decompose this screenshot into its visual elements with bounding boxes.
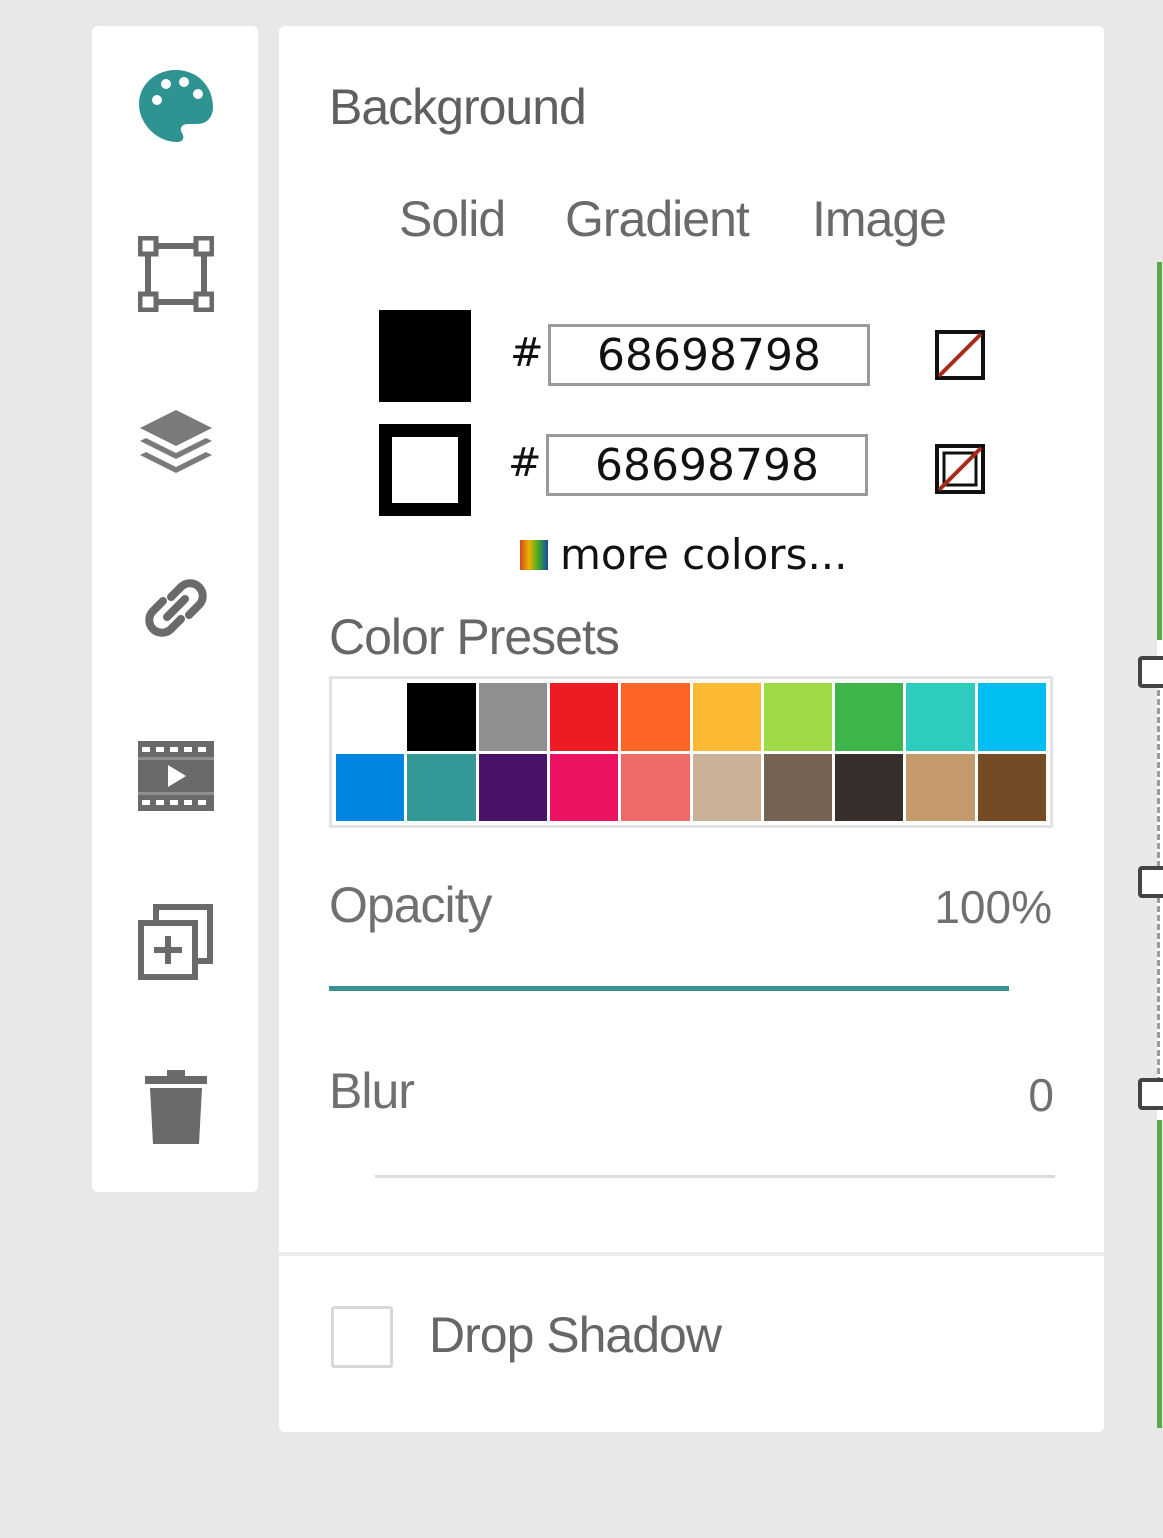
color-preset-swatch[interactable] (336, 753, 405, 821)
drop-shadow-label: Drop Shadow (429, 1307, 722, 1363)
resize-handle[interactable] (1138, 1078, 1163, 1110)
link-icon (137, 569, 215, 647)
color-preset-swatch[interactable] (977, 683, 1046, 751)
trash-icon (145, 1068, 207, 1144)
stroke-hex-input[interactable] (546, 434, 868, 496)
more-colors-label: more colors... (560, 530, 848, 579)
blur-value: 0 (1028, 1069, 1054, 1121)
resize-handle[interactable] (1138, 866, 1163, 898)
transform-icon (138, 236, 214, 312)
no-fill-icon (935, 330, 985, 380)
tool-duplicate[interactable] (136, 902, 216, 982)
color-preset-swatch[interactable] (621, 683, 690, 751)
fill-none-button[interactable] (935, 330, 985, 380)
fill-hex-input[interactable] (548, 324, 870, 386)
color-preset-swatch[interactable] (692, 683, 761, 751)
opacity-value: 100% (934, 881, 1052, 933)
tab-solid[interactable]: Solid (399, 190, 506, 248)
color-preset-swatch[interactable] (906, 683, 975, 751)
blur-label: Blur (329, 1063, 415, 1119)
color-preset-swatch[interactable] (692, 753, 761, 821)
layers-icon (138, 408, 214, 476)
color-preset-swatch[interactable] (549, 683, 619, 751)
color-preset-swatch[interactable] (478, 753, 547, 821)
no-stroke-icon (935, 444, 985, 494)
tool-transform[interactable] (136, 234, 216, 314)
divider (279, 1252, 1104, 1256)
tab-image[interactable]: Image (812, 190, 947, 248)
color-preset-swatch[interactable] (835, 753, 904, 821)
presets-title: Color Presets (329, 609, 620, 665)
fill-hash-label: # (510, 330, 544, 376)
opacity-label: Opacity (329, 877, 493, 933)
palette-icon (137, 68, 215, 144)
section-title: Background (329, 79, 587, 135)
tool-video[interactable] (136, 736, 216, 816)
tool-layers[interactable] (136, 402, 216, 482)
drop-shadow-checkbox[interactable] (331, 1306, 393, 1368)
stroke-none-button[interactable] (935, 444, 985, 494)
color-preset-swatch[interactable] (763, 753, 833, 821)
color-preset-swatch[interactable] (407, 753, 476, 821)
resize-handle[interactable] (1138, 656, 1163, 688)
tool-link[interactable] (136, 568, 216, 648)
fill-color-swatch[interactable] (379, 310, 471, 402)
color-preset-swatch[interactable] (977, 753, 1046, 821)
color-preset-swatch[interactable] (763, 683, 833, 751)
color-preset-swatch[interactable] (478, 683, 547, 751)
duplicate-icon (138, 904, 214, 980)
tab-gradient[interactable]: Gradient (565, 190, 750, 248)
tool-sidebar (92, 26, 258, 1192)
color-preset-swatch[interactable] (407, 683, 476, 751)
rainbow-icon (520, 539, 548, 570)
more-colors-link[interactable]: more colors... (520, 530, 848, 579)
color-preset-swatch[interactable] (336, 683, 405, 751)
color-preset-swatch[interactable] (621, 753, 690, 821)
editor-page: Background Solid Gradient Image # # (0, 0, 1163, 1538)
blur-slider[interactable] (375, 1175, 1055, 1178)
opacity-slider[interactable] (329, 986, 1009, 991)
tool-background[interactable] (136, 66, 216, 146)
tool-delete[interactable] (136, 1066, 216, 1146)
color-presets-grid (329, 676, 1053, 828)
color-preset-swatch[interactable] (835, 683, 904, 751)
video-icon (138, 741, 214, 811)
color-preset-swatch[interactable] (549, 753, 619, 821)
stroke-hash-label: # (508, 440, 542, 486)
stroke-color-swatch[interactable] (379, 424, 471, 516)
color-preset-swatch[interactable] (906, 753, 975, 821)
background-panel: Background Solid Gradient Image # # (279, 26, 1104, 1432)
